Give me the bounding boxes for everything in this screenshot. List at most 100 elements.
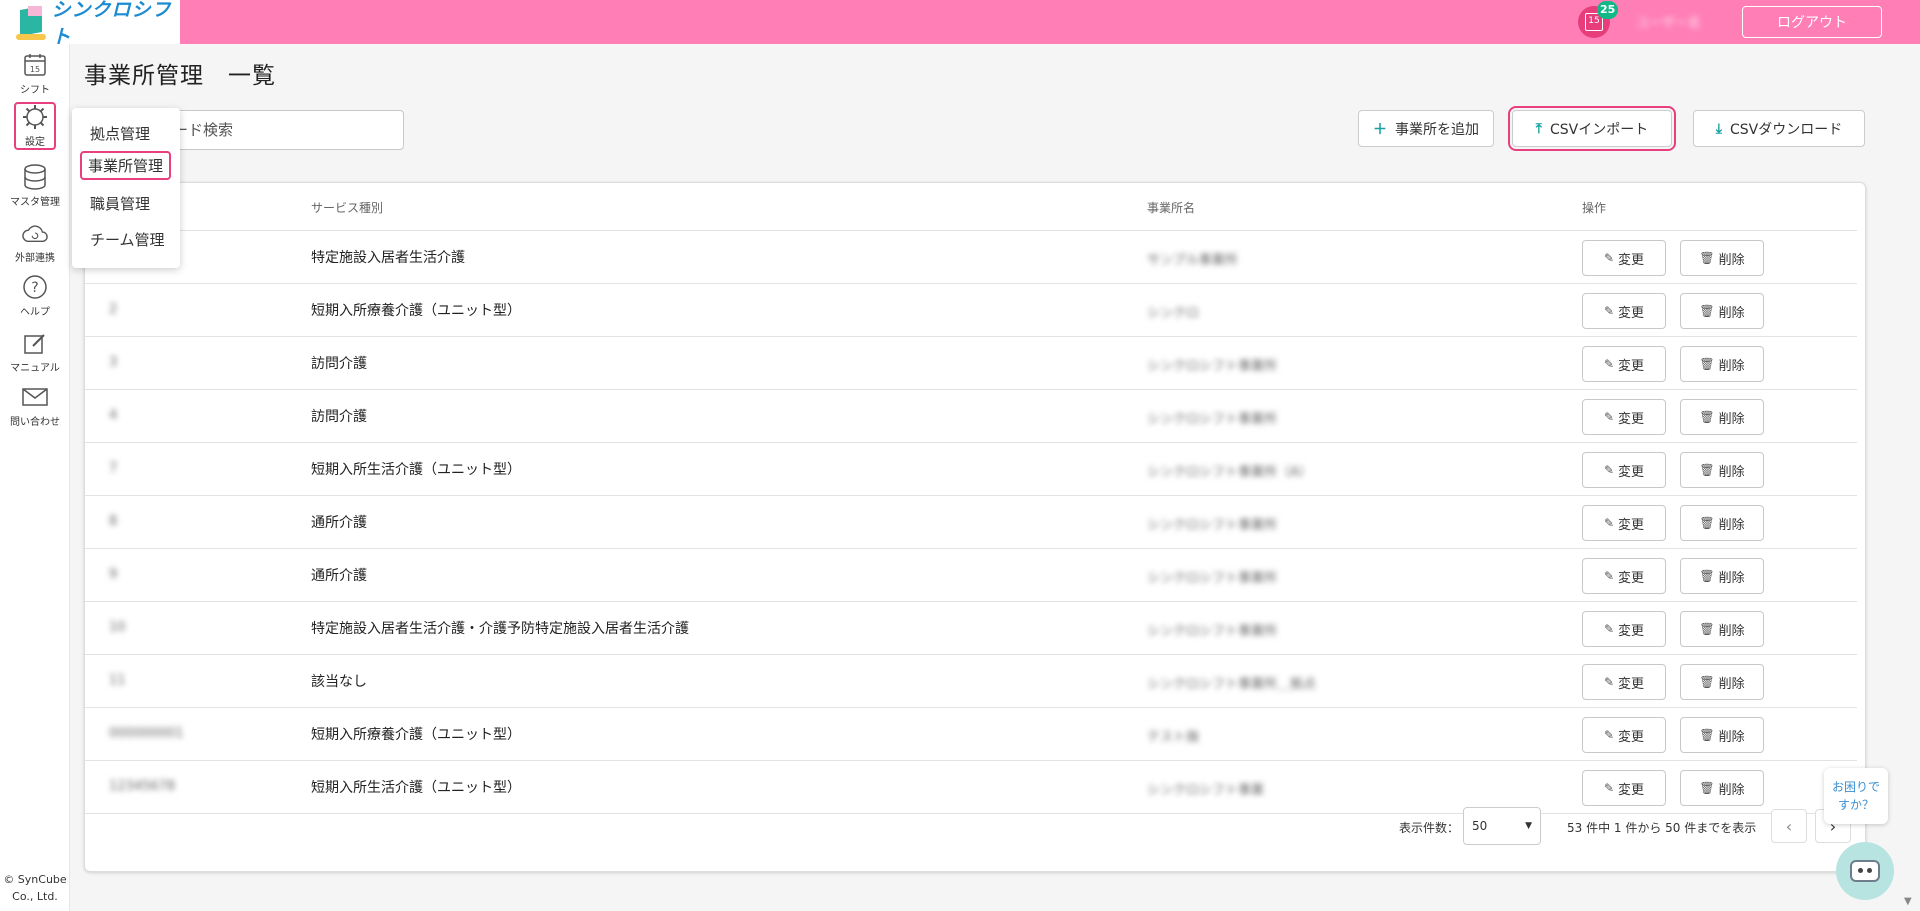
menu-item-base[interactable]: 拠点管理 — [90, 123, 150, 144]
per-page-select[interactable]: 50 ▼ — [1463, 807, 1541, 845]
menu-item-staff[interactable]: 職員管理 — [90, 193, 150, 214]
edit-button[interactable]: ✎ 変更 — [1582, 452, 1666, 488]
menu-item-office[interactable]: 事業所管理 — [80, 151, 172, 180]
edit-button[interactable]: ✎ 変更 — [1582, 399, 1666, 435]
edit-button[interactable]: ✎ 変更 — [1582, 240, 1666, 276]
column-header-actions: 操作 — [1582, 201, 1607, 215]
pencil-icon: ✎ — [1603, 357, 1615, 371]
office-id: 12345678 — [109, 779, 176, 794]
trash-icon: 🗑 — [1699, 304, 1715, 318]
sidebar-item-settings[interactable]: 設定 — [14, 102, 56, 150]
edit-button[interactable]: ✎ 変更 — [1582, 505, 1666, 541]
cloud-sync-icon — [22, 220, 48, 246]
scroll-down-arrow-icon[interactable]: ▼ — [1904, 896, 1912, 907]
office-name: シンクロシフト事業所 — [1147, 571, 1278, 586]
table-row: 1特定施設入居者生活介護サンプル事業所✎変更🗑削除 — [85, 231, 1857, 284]
sidebar-item-external[interactable]: 外部連携 — [4, 220, 66, 264]
csv-import-button[interactable]: ⤒ CSVインポート — [1508, 106, 1676, 151]
download-icon: ⤓ — [1715, 120, 1722, 137]
edit-button[interactable]: ✎ 変更 — [1582, 717, 1666, 753]
office-name: テスト施 — [1147, 730, 1200, 745]
service-type: 短期入所療養介護（ユニット型） — [311, 727, 521, 743]
sidebar-item-contact[interactable]: 問い合わせ — [4, 384, 66, 428]
user-name: ユーザー名 — [1636, 16, 1701, 31]
pagination-info: 53 件中 1 件から 50 件までを表示 — [1567, 821, 1757, 835]
sidebar-item-label: 外部連携 — [15, 253, 55, 264]
database-icon — [22, 164, 48, 190]
office-name: シンクロシフト事業所 — [1147, 412, 1278, 427]
edit-button[interactable]: ✎ 変更 — [1582, 664, 1666, 700]
logo-mark-icon — [16, 4, 46, 40]
help-robot-button[interactable] — [1836, 842, 1894, 900]
edit-button[interactable]: ✎ 変更 — [1582, 293, 1666, 329]
pagination: 表示件数： 50 ▼ 53 件中 1 件から 50 件までを表示 ‹ › — [85, 797, 1865, 857]
office-id: 2 — [109, 302, 118, 317]
column-header-office: 事業所名 — [1147, 201, 1196, 215]
table-row: 3 訪問介護 シンクロシフト事業所 ✎ 変更 🗑 削除 — [85, 337, 1857, 390]
table-row: 8 通所介護 シンクロシフト事業所 ✎ 変更 🗑 削除 — [85, 496, 1857, 549]
service-type: 短期入所生活介護（ユニット型） — [311, 462, 521, 478]
sidebar-item-manual[interactable]: マニュアル — [4, 330, 66, 374]
edit-button[interactable]: ✎ 変更 — [1582, 346, 1666, 382]
delete-button[interactable]: 🗑 削除 — [1680, 505, 1764, 541]
service-type: 該当なし — [311, 674, 367, 690]
table-row: 11 該当なし シンクロシフト事業所＿拠点 ✎ 変更 🗑 削除 — [85, 655, 1857, 708]
service-type: 特定施設入居者生活介護 — [311, 250, 465, 266]
csv-download-button[interactable]: ⤓ CSVダウンロード — [1693, 110, 1865, 147]
delete-button[interactable]: 🗑 削除 — [1680, 452, 1764, 488]
table-row: 7 短期入所生活介護（ユニット型） シンクロシフト事業所（A） ✎ 変更 🗑 削除 — [85, 443, 1857, 496]
app-logo[interactable]: シンクロシフト — [0, 0, 180, 48]
table-row: 10 特定施設入居者生活介護・介護予防特定施設入居者生活介護 シンクロシフト事業所 ✎… — [85, 602, 1857, 655]
pencil-icon: ✎ — [1603, 410, 1615, 424]
trash-icon: 🗑 — [1699, 728, 1715, 742]
trash-icon: 🗑 — [1699, 675, 1715, 689]
delete-button[interactable]: 🗑 削除 — [1680, 664, 1764, 700]
delete-button[interactable]: 🗑 削除 — [1680, 293, 1764, 329]
chevron-down-icon: ▼ — [1525, 821, 1532, 831]
office-id: 10 — [109, 620, 126, 635]
office-name: サンプル事業所 — [1147, 253, 1238, 268]
sidebar-item-label: 問い合わせ — [10, 417, 60, 428]
sidebar-item-shift[interactable]: 15 シフト — [4, 52, 66, 96]
delete-button[interactable]: 🗑 削除 — [1680, 346, 1764, 382]
pencil-icon: ✎ — [1603, 304, 1615, 318]
calendar-icon: 15 — [22, 52, 48, 78]
top-bar: シンクロシフト 15 25 ユーザー名 ログアウト — [0, 0, 1920, 48]
sidebar-item-help[interactable]: ? ヘルプ — [4, 274, 66, 318]
delete-button[interactable]: 🗑 削除 — [1680, 558, 1764, 594]
upload-icon: ⤒ — [1535, 120, 1542, 137]
help-bubble[interactable]: お困りで すか？ — [1824, 768, 1888, 824]
office-name: シンクロ — [1147, 306, 1200, 321]
sidebar-item-label: マスタ管理 — [10, 197, 60, 208]
table-row: 2 短期入所療養介護（ユニット型） シンクロ ✎ 変更 🗑 削除 — [85, 284, 1857, 337]
sidebar-item-master[interactable]: マスタ管理 — [4, 164, 66, 208]
logout-button[interactable]: ログアウト — [1742, 6, 1882, 38]
pencil-icon: ✎ — [1603, 728, 1615, 742]
edit-button[interactable]: ✎ 変更 — [1582, 558, 1666, 594]
previous-page-button[interactable]: ‹ — [1771, 809, 1807, 843]
shift-notification-button[interactable]: 15 25 — [1578, 1, 1619, 38]
delete-button[interactable]: 🗑 削除 — [1680, 240, 1764, 276]
add-office-button[interactable]: ＋ 事業所を追加 — [1358, 110, 1494, 147]
trash-icon: 🗑 — [1699, 251, 1715, 265]
pencil-icon: ✎ — [1603, 569, 1615, 583]
page-title: 事業所管理 一覧 — [84, 63, 276, 89]
delete-button[interactable]: 🗑 削除 — [1680, 399, 1764, 435]
edit-note-icon — [22, 330, 48, 356]
svg-text:?: ? — [31, 280, 38, 296]
delete-button[interactable]: 🗑 削除 — [1680, 717, 1764, 753]
pencil-icon: ✎ — [1603, 251, 1615, 265]
office-name: シンクロシフト事業所 — [1147, 518, 1278, 533]
pencil-icon: ✎ — [1603, 675, 1615, 689]
sidebar: 15 シフト 設定 マスタ管理 外部連携 ? ヘルプ マニュアル 問い合わせ ©… — [0, 44, 70, 911]
settings-menu: 拠点管理 事業所管理 職員管理 チーム管理 — [72, 108, 180, 268]
table-row: 000000001 短期入所療養介護（ユニット型） テスト施 ✎ 変更 🗑 削除 — [85, 708, 1857, 761]
chevron-left-icon: ‹ — [1785, 816, 1793, 836]
delete-button[interactable]: 🗑 削除 — [1680, 611, 1764, 647]
menu-item-team[interactable]: チーム管理 — [90, 229, 165, 250]
edit-button[interactable]: ✎ 変更 — [1582, 611, 1666, 647]
office-name: シンクロシフト事業所（A） — [1147, 465, 1312, 480]
service-type: 特定施設入居者生活介護・介護予防特定施設入居者生活介護 — [311, 621, 689, 637]
plus-icon: ＋ — [1373, 121, 1387, 138]
service-type: 短期入所生活介護（ユニット型） — [311, 780, 521, 796]
